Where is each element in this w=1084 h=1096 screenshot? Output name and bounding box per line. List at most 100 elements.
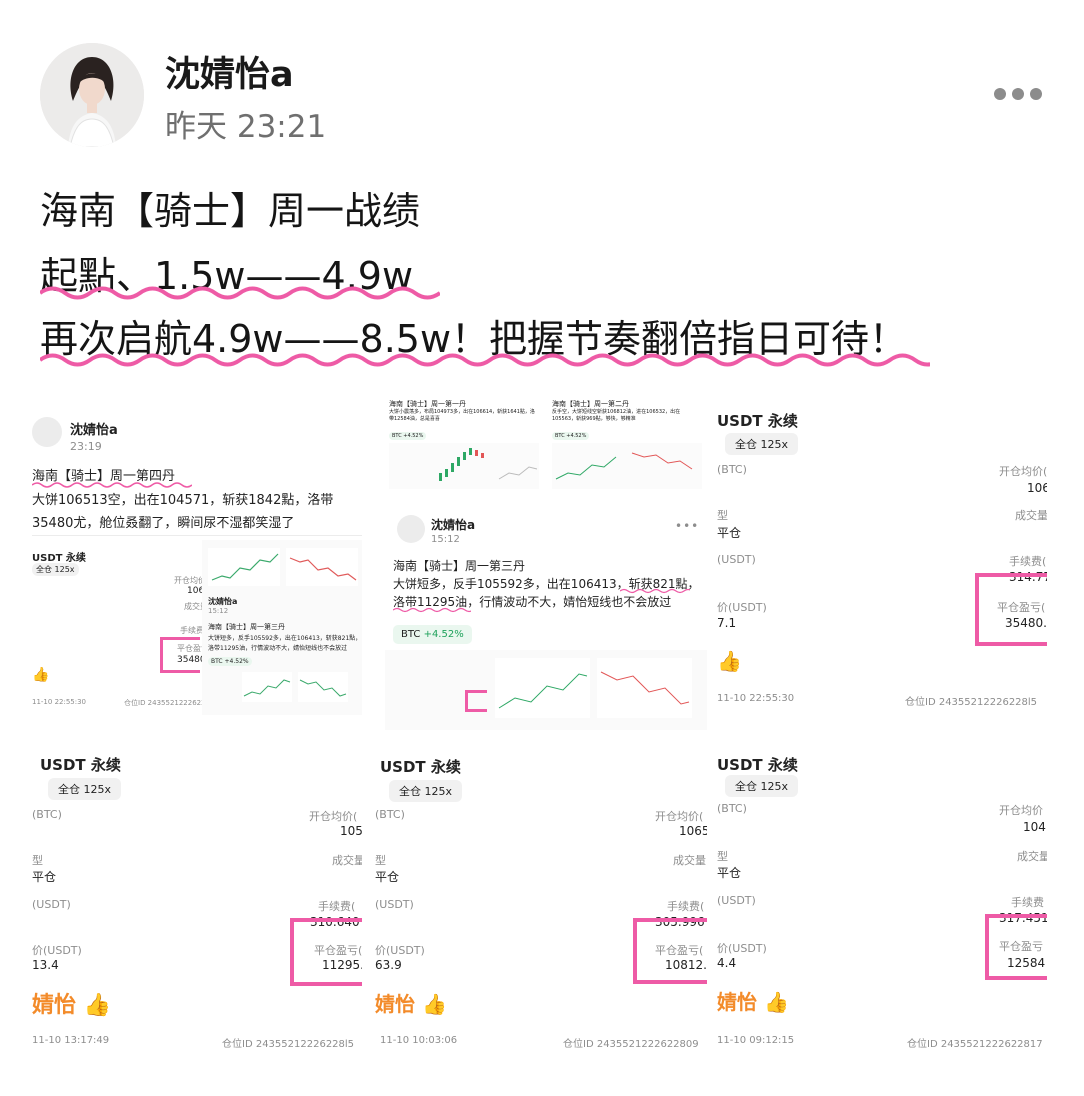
footer-time: 11-10 09:12:15 xyxy=(717,1035,795,1046)
card-title: USDT 永续 xyxy=(717,412,798,430)
field-value: 平仓 xyxy=(717,526,742,540)
card-title: USDT 永续 xyxy=(717,756,798,774)
field-label: 手续费 xyxy=(1011,896,1044,909)
field-label: 价(USDT) xyxy=(32,944,82,957)
field-label: 成交量 xyxy=(673,854,706,867)
symbol-label: (BTC) xyxy=(32,808,62,821)
brand-logo: 婧怡 👍 xyxy=(32,993,112,1018)
field-value: 1055 xyxy=(340,824,362,838)
position-id: 仓位ID 24355212226228l5 xyxy=(222,1039,355,1050)
more-horizontal-icon xyxy=(1012,88,1024,100)
thumbs-up-icon: 👍 xyxy=(83,993,112,1018)
wavy-underline-decoration xyxy=(40,286,440,300)
screenshot-time: 15:12 xyxy=(208,607,229,615)
field-label: 型 xyxy=(717,850,728,863)
avatar-portrait-icon xyxy=(40,43,144,147)
avatar[interactable] xyxy=(40,43,144,147)
field-label: 成交量 xyxy=(1015,509,1047,522)
card-title: USDT 永续 xyxy=(380,758,461,776)
thumb-text: 大饼小震荡多，布局104973多，出在106614，斩获1641點，洛带1258… xyxy=(389,409,535,422)
btc-change-chip: BTC +4.52% xyxy=(552,432,590,440)
footer-time: 11-10 13:17:49 xyxy=(32,1035,110,1046)
nested-screenshot-row xyxy=(385,650,707,730)
field-label: 价(USDT) xyxy=(717,601,767,614)
field-value: 4.4 xyxy=(717,956,737,970)
more-horizontal-icon xyxy=(1030,88,1042,100)
nested-chart-thumbs xyxy=(242,672,352,702)
image-tile-6[interactable]: USDT 永续 全仓 125x (BTC) 开仓均价 104 型 平仓 成交量 … xyxy=(717,740,1047,1060)
margin-mode-chip: 全仓 125x xyxy=(725,433,799,455)
field-label: 成交量 xyxy=(332,854,362,867)
btc-change-chip: BTC +4.52% xyxy=(393,625,472,644)
footer-time: 11-10 22:55:30 xyxy=(717,693,795,704)
image-tile-2[interactable]: 海南【骑士】周一第一丹 大饼小震荡多，布局104973多，出在106614，斩获… xyxy=(385,395,707,730)
margin-mode-chip: 全仓 125x xyxy=(48,778,122,800)
field-label: 开仓均价( xyxy=(999,465,1047,478)
pnl-value: 10812. xyxy=(665,958,707,972)
brand-logo: 婧怡 👍 xyxy=(717,990,789,1014)
candlestick-chart-icon xyxy=(242,672,292,702)
candlestick-chart-icon xyxy=(286,548,358,586)
image-tile-3[interactable]: USDT 永续 全仓 125x (BTC) 开仓均价( 106 型 平仓 成交量… xyxy=(717,395,1047,730)
thumb-screenshot: 海南【骑士】周一第一丹 大饼小震荡多，布局104973多，出在106614，斩获… xyxy=(385,395,543,493)
pnl-value: 35480. xyxy=(1005,616,1047,630)
more-horizontal-icon[interactable]: ••• xyxy=(675,519,699,533)
image-tile-4[interactable]: USDT 永续 全仓 125x (BTC) 开仓均价( 1055 型 平仓 成交… xyxy=(32,740,362,1060)
field-label: 成交量 xyxy=(1017,850,1047,863)
thumb-screenshot: 海南【骑士】周一第二丹 反手空，大饼短线空斩获106812油，进在106532，… xyxy=(548,395,706,493)
divider xyxy=(32,535,362,536)
symbol-label: (BTC) xyxy=(717,802,747,815)
avatar xyxy=(32,417,62,447)
nested-chart-thumbs xyxy=(208,548,358,586)
username[interactable]: 沈婧怡a xyxy=(165,46,294,97)
field-label: 平仓盈亏( xyxy=(997,601,1046,614)
candlestick-chart-icon xyxy=(495,658,590,718)
candlestick-chart-icon xyxy=(298,672,348,702)
field-value: 104 xyxy=(1023,820,1046,834)
thumbs-up-icon: 👍 xyxy=(32,667,50,683)
candlestick-chart-icon xyxy=(208,548,280,586)
margin-mode-chip: 全仓 125x xyxy=(389,780,463,802)
candlestick-chart-icon xyxy=(389,443,539,489)
thumbs-up-icon: 👍 xyxy=(717,649,742,673)
margin-mode-chip: 全仓 125x xyxy=(32,563,79,576)
symbol-label: (BTC) xyxy=(717,463,747,476)
thumbs-up-icon: 👍 xyxy=(421,992,447,1016)
more-horizontal-icon xyxy=(994,88,1006,100)
field-label: 开仓均价 xyxy=(999,804,1043,817)
image-tile-1[interactable]: 沈婧怡a 23:19 海南【骑士】周一第四丹 大饼106513空，出在10457… xyxy=(32,395,362,730)
field-label: (USDT) xyxy=(375,898,414,911)
screenshot-time: 15:12 xyxy=(431,534,460,545)
screenshot-username: 沈婧怡a xyxy=(431,518,476,532)
field-label: 型 xyxy=(375,854,386,867)
field-label: 手续费( xyxy=(1009,555,1047,568)
footer-time: 11-10 22:55:30 xyxy=(32,698,87,706)
field-label: 平仓盈亏( xyxy=(655,944,704,957)
wavy-underline-decoration xyxy=(393,607,471,613)
pnl-value: 12584 xyxy=(1007,956,1046,970)
screenshot-username: 沈婧怡a xyxy=(70,423,118,438)
field-value: 63.9 xyxy=(375,958,402,972)
screenshot-text: 35480尤，舱位叒翻了，瞬间尿不湿都笑湿了 xyxy=(32,516,295,531)
more-options-button[interactable] xyxy=(990,83,1046,105)
field-label: 开仓均价( xyxy=(655,810,704,823)
field-value: 13.4 xyxy=(32,958,59,972)
field-value: 平仓 xyxy=(717,866,742,880)
field-value: 平仓 xyxy=(32,870,57,884)
field-label: 手续费( xyxy=(667,900,705,913)
field-label: 手续费( xyxy=(318,900,356,913)
highlight-box xyxy=(465,690,487,712)
avatar xyxy=(397,515,425,543)
image-tile-5[interactable]: USDT 永续 全仓 125x (BTC) 开仓均价( 1065 型 平仓 成交… xyxy=(375,740,707,1060)
field-value: 7.1 xyxy=(717,616,737,630)
wavy-underline-decoration xyxy=(620,588,690,594)
position-id: 仓位ID 24355212226228l5 xyxy=(905,697,1038,708)
screenshot-text: 大饼106513空，出在104571，斩获1842點，洛带 xyxy=(32,493,334,508)
wavy-underline-decoration xyxy=(40,353,930,367)
field-label: 平仓盈亏 xyxy=(999,940,1043,953)
position-id: 仓位ID 243552122262281 xyxy=(124,699,215,707)
wavy-underline-decoration xyxy=(32,482,192,488)
position-id: 仓位ID 2435521222622817 xyxy=(907,1039,1043,1050)
candlestick-chart-icon xyxy=(552,443,702,489)
field-value: 1065 xyxy=(679,824,707,838)
